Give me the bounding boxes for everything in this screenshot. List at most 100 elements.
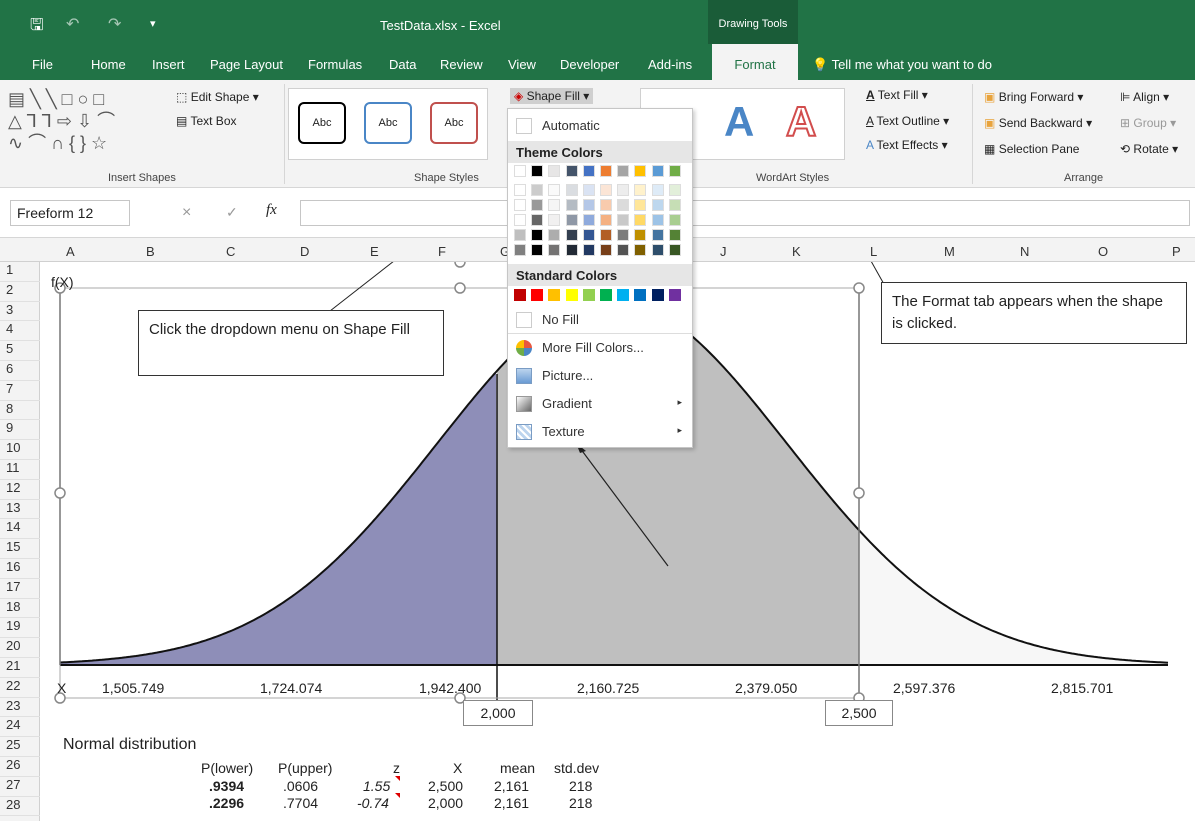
- tab-format[interactable]: Format: [712, 44, 798, 80]
- formula-input[interactable]: [300, 200, 1190, 226]
- selection-pane-button[interactable]: ▦ Selection Pane: [984, 142, 1079, 156]
- text-effects-button[interactable]: A Text Effects ▾: [866, 138, 948, 152]
- color-swatch[interactable]: [565, 289, 578, 301]
- picture-option[interactable]: Picture...: [508, 363, 692, 389]
- color-swatch[interactable]: [651, 214, 664, 226]
- enter-icon[interactable]: ✓: [226, 204, 238, 221]
- color-swatch[interactable]: [617, 229, 630, 241]
- col-header[interactable]: P: [1172, 244, 1181, 259]
- color-swatch[interactable]: [617, 184, 630, 196]
- align-button[interactable]: ⊫ Align ▾: [1120, 90, 1169, 104]
- color-swatch[interactable]: [548, 165, 561, 177]
- col-header[interactable]: F: [438, 244, 446, 259]
- color-swatch[interactable]: [514, 199, 526, 211]
- col-header[interactable]: L: [870, 244, 877, 259]
- row-header[interactable]: 25: [0, 737, 40, 757]
- color-swatch[interactable]: [565, 214, 578, 226]
- color-swatch[interactable]: [617, 199, 630, 211]
- tab-insert[interactable]: Insert: [152, 57, 185, 72]
- more-fill-colors-option[interactable]: More Fill Colors...: [508, 335, 692, 361]
- row-header[interactable]: 6: [0, 361, 40, 381]
- shape-style-red[interactable]: Abc: [430, 102, 478, 144]
- color-swatch[interactable]: [634, 244, 647, 256]
- row-header[interactable]: 27: [0, 777, 40, 797]
- color-swatch[interactable]: [582, 214, 595, 226]
- send-backward-button[interactable]: ▣ Send Backward ▾: [984, 116, 1092, 130]
- color-swatch[interactable]: [565, 184, 578, 196]
- row-header[interactable]: 16: [0, 559, 40, 579]
- wordart-blue[interactable]: A: [724, 98, 754, 146]
- row-header[interactable]: 1: [0, 262, 40, 282]
- color-swatch[interactable]: [600, 214, 612, 226]
- name-box[interactable]: Freeform 12: [10, 200, 130, 226]
- color-swatch[interactable]: [600, 199, 612, 211]
- tab-page-layout[interactable]: Page Layout: [210, 57, 283, 72]
- row-header[interactable]: 8: [0, 401, 40, 421]
- color-swatch[interactable]: [600, 289, 612, 301]
- color-swatch[interactable]: [531, 244, 544, 256]
- color-swatch[interactable]: [531, 165, 544, 177]
- row-header[interactable]: 12: [0, 480, 40, 500]
- tab-review[interactable]: Review: [440, 57, 483, 72]
- color-swatch[interactable]: [548, 244, 561, 256]
- row-header[interactable]: 2: [0, 282, 40, 302]
- color-swatch[interactable]: [565, 244, 578, 256]
- tell-me-search[interactable]: 💡 Tell me what you want to do: [812, 57, 992, 73]
- color-swatch[interactable]: [617, 165, 630, 177]
- comment-indicator[interactable]: [395, 793, 400, 798]
- color-swatch[interactable]: [651, 165, 664, 177]
- tab-view[interactable]: View: [508, 57, 536, 72]
- color-swatch[interactable]: [565, 229, 578, 241]
- row-header[interactable]: 7: [0, 381, 40, 401]
- col-header[interactable]: O: [1098, 244, 1108, 259]
- row-header[interactable]: 9: [0, 420, 40, 441]
- color-swatch[interactable]: [668, 184, 681, 196]
- edit-shape-button[interactable]: ⬚ Edit Shape ▾: [176, 90, 259, 104]
- customize-toolbar-icon[interactable]: ▾: [150, 17, 156, 30]
- color-swatch[interactable]: [600, 244, 612, 256]
- row-header[interactable]: 17: [0, 579, 40, 599]
- color-swatch[interactable]: [531, 184, 544, 196]
- color-swatch[interactable]: [565, 199, 578, 211]
- color-swatch[interactable]: [514, 184, 526, 196]
- color-swatch[interactable]: [600, 229, 612, 241]
- color-swatch[interactable]: [514, 244, 526, 256]
- col-header[interactable]: B: [146, 244, 155, 259]
- col-header[interactable]: K: [792, 244, 801, 259]
- color-swatch[interactable]: [514, 289, 526, 301]
- col-header[interactable]: A: [66, 244, 75, 259]
- color-swatch[interactable]: [548, 199, 561, 211]
- undo-icon[interactable]: ↶: [66, 14, 79, 34]
- row-header[interactable]: 3: [0, 302, 40, 322]
- shape-fill-button[interactable]: ◈ Shape Fill ▾: [510, 88, 594, 104]
- bring-forward-button[interactable]: ▣ Bring Forward ▾: [984, 90, 1083, 104]
- col-header[interactable]: E: [370, 244, 379, 259]
- color-swatch[interactable]: [565, 165, 578, 177]
- color-swatch[interactable]: [651, 289, 664, 301]
- color-swatch[interactable]: [582, 229, 595, 241]
- tab-data[interactable]: Data: [389, 57, 416, 72]
- row-header[interactable]: 5: [0, 341, 40, 361]
- color-swatch[interactable]: [617, 289, 630, 301]
- gradient-option[interactable]: Gradient ▸: [508, 391, 692, 417]
- row-header[interactable]: 18: [0, 599, 40, 619]
- color-swatch[interactable]: [600, 184, 612, 196]
- color-swatch[interactable]: [634, 229, 647, 241]
- text-box-button[interactable]: ▤ Text Box: [176, 114, 237, 128]
- color-swatch[interactable]: [617, 214, 630, 226]
- color-swatch[interactable]: [651, 184, 664, 196]
- cancel-icon[interactable]: ×: [182, 204, 191, 222]
- color-swatch[interactable]: [634, 214, 647, 226]
- texture-option[interactable]: Texture ▸: [508, 419, 692, 445]
- row-header[interactable]: 13: [0, 500, 40, 520]
- color-swatch[interactable]: [668, 289, 681, 301]
- row-header[interactable]: 24: [0, 717, 40, 738]
- row-header[interactable]: 11: [0, 460, 40, 480]
- row-header[interactable]: 20: [0, 638, 40, 658]
- color-swatch[interactable]: [668, 165, 681, 177]
- no-fill-option[interactable]: No Fill: [508, 307, 692, 333]
- color-swatch[interactable]: [582, 184, 595, 196]
- tab-add-ins[interactable]: Add-ins: [648, 57, 692, 72]
- col-header[interactable]: N: [1020, 244, 1029, 259]
- redo-icon[interactable]: ↷: [108, 14, 121, 34]
